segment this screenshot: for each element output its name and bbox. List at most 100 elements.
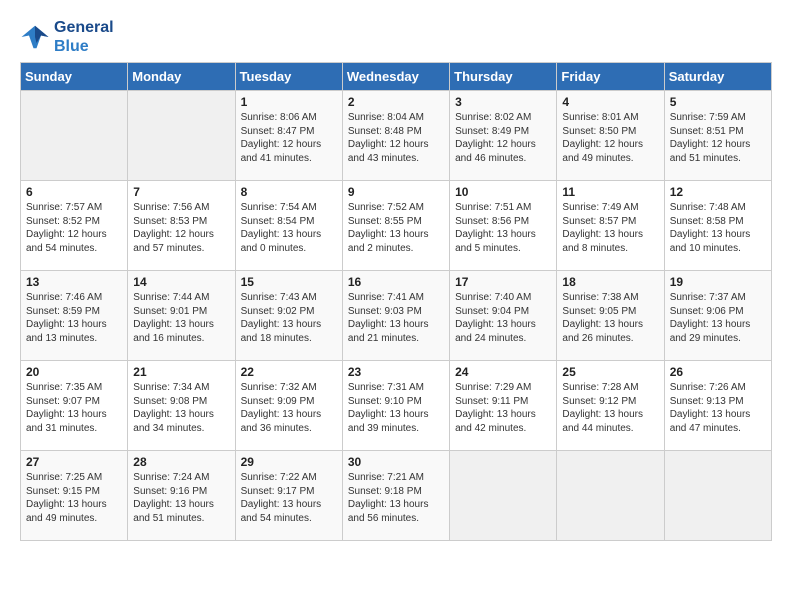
day-header-sunday: Sunday (21, 63, 128, 91)
day-info: Sunrise: 7:22 AMSunset: 9:17 PMDaylight:… (241, 471, 337, 525)
day-header-friday: Friday (557, 63, 664, 91)
day-info: Sunrise: 7:52 AMSunset: 8:55 PMDaylight:… (348, 201, 444, 255)
day-number: 30 (348, 455, 444, 469)
calendar-cell: 16 Sunrise: 7:41 AMSunset: 9:03 PMDayligh… (342, 271, 449, 361)
day-header-monday: Monday (128, 63, 235, 91)
day-number: 6 (26, 185, 122, 199)
day-info: Sunrise: 8:01 AMSunset: 8:50 PMDaylight:… (562, 111, 658, 165)
calendar-cell: 15 Sunrise: 7:43 AMSunset: 9:02 PMDayligh… (235, 271, 342, 361)
day-number: 28 (133, 455, 229, 469)
calendar-cell: 4 Sunrise: 8:01 AMSunset: 8:50 PMDaylight… (557, 91, 664, 181)
day-number: 19 (670, 275, 766, 289)
calendar-cell: 26 Sunrise: 7:26 AMSunset: 9:13 PMDayligh… (664, 361, 771, 451)
calendar-cell: 29 Sunrise: 7:22 AMSunset: 9:17 PMDayligh… (235, 451, 342, 541)
calendar-cell: 21 Sunrise: 7:34 AMSunset: 9:08 PMDayligh… (128, 361, 235, 451)
calendar-cell (21, 91, 128, 181)
day-info: Sunrise: 7:41 AMSunset: 9:03 PMDaylight:… (348, 291, 444, 345)
calendar-cell: 1Sunrise: 8:06 AMSunset: 8:47 PMDaylight… (235, 91, 342, 181)
calendar-cell (128, 91, 235, 181)
day-header-wednesday: Wednesday (342, 63, 449, 91)
day-number: 15 (241, 275, 337, 289)
day-info: Sunrise: 7:25 AMSunset: 9:15 PMDaylight:… (26, 471, 122, 525)
day-number: 20 (26, 365, 122, 379)
day-number: 9 (348, 185, 444, 199)
calendar-cell: 2 Sunrise: 8:04 AMSunset: 8:48 PMDaylight… (342, 91, 449, 181)
calendar-cell (664, 451, 771, 541)
header: General Blue (20, 18, 772, 56)
calendar-cell: 6 Sunrise: 7:57 AMSunset: 8:52 PMDaylight… (21, 181, 128, 271)
logo-text-line2: Blue (54, 37, 114, 56)
calendar-cell: 17 Sunrise: 7:40 AMSunset: 9:04 PMDayligh… (450, 271, 557, 361)
calendar-cell: 11 Sunrise: 7:49 AMSunset: 8:57 PMDayligh… (557, 181, 664, 271)
day-info: Sunrise: 7:29 AMSunset: 9:11 PMDaylight:… (455, 381, 551, 435)
day-number: 18 (562, 275, 658, 289)
calendar-cell: 20 Sunrise: 7:35 AMSunset: 9:07 PMDayligh… (21, 361, 128, 451)
day-number: 21 (133, 365, 229, 379)
calendar-cell: 23Sunrise: 7:31 AMSunset: 9:10 PMDayligh… (342, 361, 449, 451)
day-info: Sunrise: 7:46 AMSunset: 8:59 PMDaylight:… (26, 291, 122, 345)
logo-icon (20, 22, 50, 52)
calendar-body: 1Sunrise: 8:06 AMSunset: 8:47 PMDaylight… (21, 91, 772, 541)
day-number: 1 (241, 95, 337, 109)
calendar-week-1: 1Sunrise: 8:06 AMSunset: 8:47 PMDaylight… (21, 91, 772, 181)
day-info: Sunrise: 7:28 AMSunset: 9:12 PMDaylight:… (562, 381, 658, 435)
logo-text-line1: General (54, 18, 114, 37)
day-number: 12 (670, 185, 766, 199)
day-number: 25 (562, 365, 658, 379)
day-number: 27 (26, 455, 122, 469)
calendar-cell: 13 Sunrise: 7:46 AMSunset: 8:59 PMDayligh… (21, 271, 128, 361)
calendar-cell: 5Sunrise: 7:59 AMSunset: 8:51 PMDaylight… (664, 91, 771, 181)
day-info: Sunrise: 7:32 AMSunset: 9:09 PMDaylight:… (241, 381, 337, 435)
day-info: Sunrise: 7:26 AMSunset: 9:13 PMDaylight:… (670, 381, 766, 435)
day-number: 13 (26, 275, 122, 289)
calendar-cell: 27 Sunrise: 7:25 AMSunset: 9:15 PMDayligh… (21, 451, 128, 541)
day-info: Sunrise: 7:51 AMSunset: 8:56 PMDaylight:… (455, 201, 551, 255)
day-number: 26 (670, 365, 766, 379)
calendar-table: SundayMondayTuesdayWednesdayThursdayFrid… (20, 62, 772, 541)
calendar-week-5: 27 Sunrise: 7:25 AMSunset: 9:15 PMDayligh… (21, 451, 772, 541)
day-header-tuesday: Tuesday (235, 63, 342, 91)
day-info: Sunrise: 7:37 AMSunset: 9:06 PMDaylight:… (670, 291, 766, 345)
day-info: Sunrise: 7:21 AMSunset: 9:18 PMDaylight:… (348, 471, 444, 525)
day-info: Sunrise: 7:24 AMSunset: 9:16 PMDaylight:… (133, 471, 229, 525)
calendar-cell (557, 451, 664, 541)
day-number: 23 (348, 365, 444, 379)
day-info: Sunrise: 7:59 AMSunset: 8:51 PMDaylight:… (670, 111, 766, 165)
calendar-week-4: 20 Sunrise: 7:35 AMSunset: 9:07 PMDayligh… (21, 361, 772, 451)
day-info: Sunrise: 7:57 AMSunset: 8:52 PMDaylight:… (26, 201, 122, 255)
day-number: 10 (455, 185, 551, 199)
calendar-header: SundayMondayTuesdayWednesdayThursdayFrid… (21, 63, 772, 91)
day-info: Sunrise: 8:02 AMSunset: 8:49 PMDaylight:… (455, 111, 551, 165)
calendar-cell: 7Sunrise: 7:56 AMSunset: 8:53 PMDaylight… (128, 181, 235, 271)
calendar-cell: 12 Sunrise: 7:48 AMSunset: 8:58 PMDayligh… (664, 181, 771, 271)
day-info: Sunrise: 7:48 AMSunset: 8:58 PMDaylight:… (670, 201, 766, 255)
calendar-cell: 24 Sunrise: 7:29 AMSunset: 9:11 PMDayligh… (450, 361, 557, 451)
day-info: Sunrise: 7:34 AMSunset: 9:08 PMDaylight:… (133, 381, 229, 435)
day-info: Sunrise: 7:38 AMSunset: 9:05 PMDaylight:… (562, 291, 658, 345)
day-number: 2 (348, 95, 444, 109)
day-info: Sunrise: 8:04 AMSunset: 8:48 PMDaylight:… (348, 111, 444, 165)
calendar-cell: 8 Sunrise: 7:54 AMSunset: 8:54 PMDaylight… (235, 181, 342, 271)
day-info: Sunrise: 7:49 AMSunset: 8:57 PMDaylight:… (562, 201, 658, 255)
calendar-cell: 19 Sunrise: 7:37 AMSunset: 9:06 PMDayligh… (664, 271, 771, 361)
calendar-week-3: 13 Sunrise: 7:46 AMSunset: 8:59 PMDayligh… (21, 271, 772, 361)
day-number: 29 (241, 455, 337, 469)
day-number: 7 (133, 185, 229, 199)
logo: General Blue (20, 18, 114, 56)
day-number: 17 (455, 275, 551, 289)
day-number: 24 (455, 365, 551, 379)
day-info: Sunrise: 7:44 AMSunset: 9:01 PMDaylight:… (133, 291, 229, 345)
day-number: 16 (348, 275, 444, 289)
day-info: Sunrise: 7:43 AMSunset: 9:02 PMDaylight:… (241, 291, 337, 345)
day-info: Sunrise: 7:40 AMSunset: 9:04 PMDaylight:… (455, 291, 551, 345)
day-info: Sunrise: 7:54 AMSunset: 8:54 PMDaylight:… (241, 201, 337, 255)
day-number: 11 (562, 185, 658, 199)
day-header-thursday: Thursday (450, 63, 557, 91)
day-number: 4 (562, 95, 658, 109)
day-number: 8 (241, 185, 337, 199)
calendar-cell: 10 Sunrise: 7:51 AMSunset: 8:56 PMDayligh… (450, 181, 557, 271)
calendar-cell (450, 451, 557, 541)
calendar-cell: 28 Sunrise: 7:24 AMSunset: 9:16 PMDayligh… (128, 451, 235, 541)
calendar-cell: 30 Sunrise: 7:21 AMSunset: 9:18 PMDayligh… (342, 451, 449, 541)
day-info: Sunrise: 7:35 AMSunset: 9:07 PMDaylight:… (26, 381, 122, 435)
